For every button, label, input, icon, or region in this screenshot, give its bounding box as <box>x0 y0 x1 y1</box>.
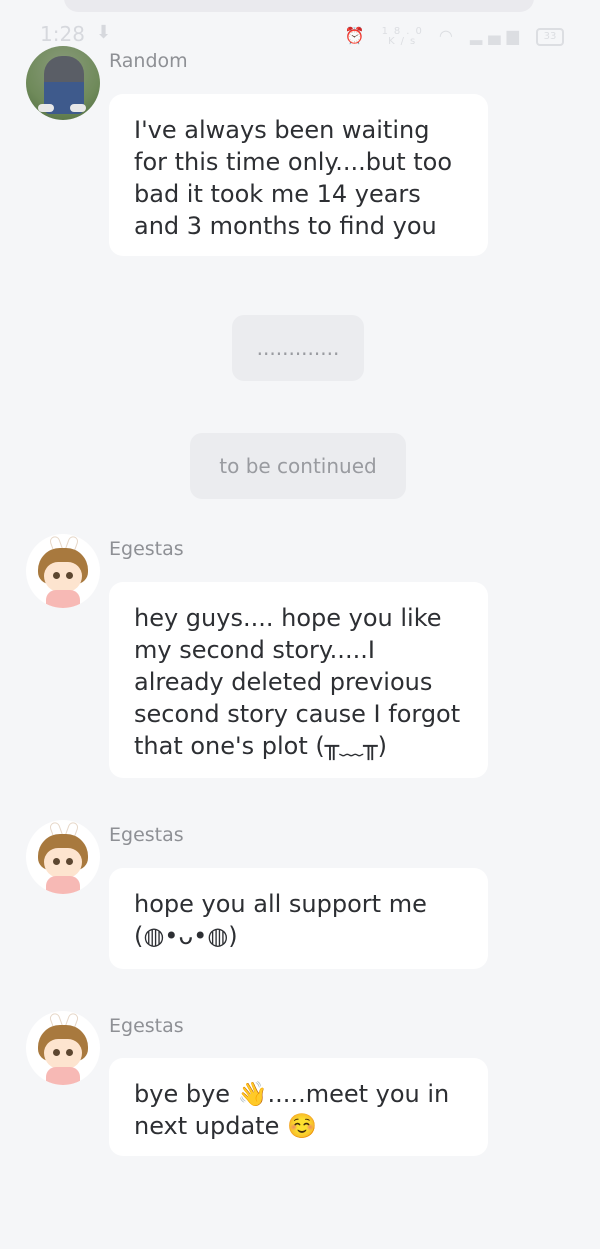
wifi-icon: ◠ <box>438 26 459 45</box>
narration-pill: to be continued <box>190 433 406 499</box>
message-bubble: bye bye 👋.....meet you in next update ☺️ <box>109 1058 488 1156</box>
battery-icon: 33 <box>536 27 564 46</box>
sender-name: Egestas <box>109 538 184 560</box>
narration-pill: ............. <box>232 315 364 381</box>
signal-icon: ▂▄▆ <box>469 26 525 45</box>
avatar-body <box>46 1067 80 1085</box>
alarm-icon: ⏰ <box>344 26 371 45</box>
avatar-random[interactable] <box>26 46 100 120</box>
avatar-face <box>44 1039 82 1069</box>
network-speed: 18.0 K/s <box>381 25 428 47</box>
avatar-eye <box>66 1049 73 1056</box>
avatar-body <box>46 590 80 608</box>
message-bubble: I've always been waiting for this time o… <box>109 94 488 256</box>
sender-name: Egestas <box>109 824 184 846</box>
avatar-egestas[interactable] <box>26 534 100 608</box>
download-icon: ⬇ <box>96 22 112 43</box>
avatar-face <box>44 562 82 592</box>
message-bubble: hope you all support me (◍•ᴗ•◍) <box>109 868 488 969</box>
avatar-egestas[interactable] <box>26 820 100 894</box>
avatar-shoe <box>38 104 54 112</box>
avatar-egestas[interactable] <box>26 1011 100 1085</box>
avatar-eye <box>53 858 60 865</box>
avatar-eye <box>53 1049 60 1056</box>
avatar-eye <box>53 572 60 579</box>
avatar-body <box>46 876 80 894</box>
status-time: 1:28 <box>40 22 85 46</box>
status-icons: ⏰ 18.0 K/s ◠ ▂▄▆ 33 <box>345 26 564 47</box>
avatar-eye <box>66 572 73 579</box>
sender-name: Random <box>109 50 188 72</box>
avatar-shoe <box>70 104 86 112</box>
avatar-eye <box>66 858 73 865</box>
notification-pill <box>64 0 534 12</box>
message-bubble: hey guys.... hope you like my second sto… <box>109 582 488 778</box>
sender-name: Egestas <box>109 1015 184 1037</box>
avatar-face <box>44 848 82 878</box>
